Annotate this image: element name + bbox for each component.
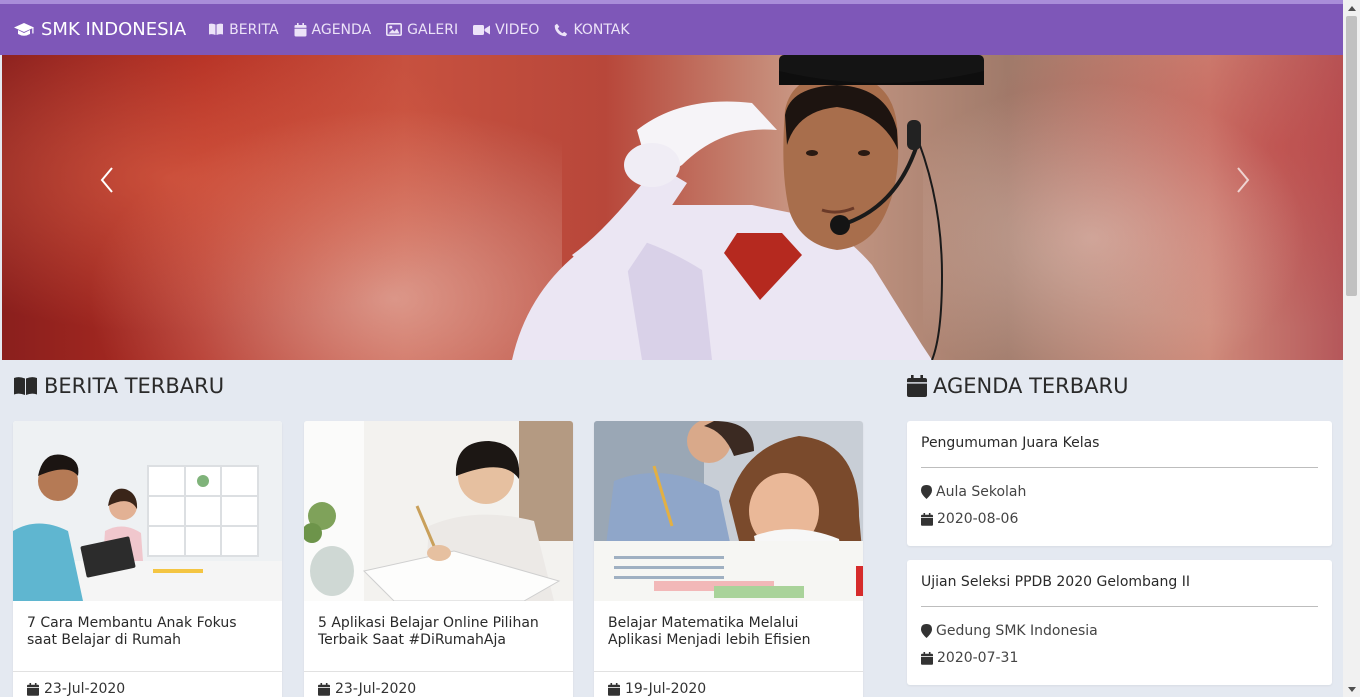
agenda-date-text: 2020-07-31 xyxy=(937,650,1019,666)
agenda-item-title[interactable]: Ujian Seleksi PPDB 2020 Gelombang II xyxy=(921,574,1318,606)
phone-icon xyxy=(555,23,568,36)
calendar-icon xyxy=(921,651,933,665)
nav-agenda[interactable]: AGENDA xyxy=(294,21,372,38)
graduation-cap-icon xyxy=(14,22,34,36)
agenda-title-text: AGENDA TERBARU xyxy=(933,374,1129,398)
news-card[interactable]: 5 Aplikasi Belajar Online Pilihan Terbai… xyxy=(304,421,573,697)
hero-photo-saluting-student xyxy=(512,55,984,360)
calendar-icon xyxy=(921,512,933,526)
chevron-right-icon xyxy=(1237,167,1250,193)
hero-carousel xyxy=(2,55,1343,360)
news-image xyxy=(13,421,282,601)
agenda-location-text: Gedung SMK Indonesia xyxy=(936,623,1098,639)
agenda-date: 2020-07-31 xyxy=(921,650,1318,666)
image-icon xyxy=(386,23,403,36)
agenda-date: 2020-08-06 xyxy=(921,511,1318,527)
book-open-icon xyxy=(14,377,37,395)
agenda-divider xyxy=(921,606,1318,607)
nav-kontak[interactable]: KONTAK xyxy=(554,21,630,38)
news-card[interactable]: 7 Cara Membantu Anak Fokus saat Belajar … xyxy=(13,421,282,697)
news-image xyxy=(304,421,573,601)
nav-berita-label: BERITA xyxy=(229,21,279,38)
agenda-card[interactable]: Pengumuman Juara Kelas Aula Sekolah 2020… xyxy=(907,421,1332,546)
agenda-location-text: Aula Sekolah xyxy=(936,484,1027,500)
news-card[interactable]: Belajar Matematika Melalui Aplikasi Menj… xyxy=(594,421,863,697)
calendar-icon xyxy=(608,682,620,696)
nav-galeri[interactable]: GALERI xyxy=(386,22,458,38)
agenda-card[interactable]: Ujian Seleksi PPDB 2020 Gelombang II Ged… xyxy=(907,560,1332,685)
news-date: 23-Jul-2020 xyxy=(304,672,573,697)
agenda-item-title[interactable]: Pengumuman Juara Kelas xyxy=(921,435,1318,467)
video-icon xyxy=(473,24,491,35)
calendar-icon xyxy=(318,682,330,696)
agenda-location: Aula Sekolah xyxy=(921,484,1318,500)
arrow-down-icon xyxy=(1347,686,1356,692)
news-date: 19-Jul-2020 xyxy=(594,672,863,697)
hero-background-left xyxy=(2,55,562,360)
nav-galeri-label: GALERI xyxy=(407,21,459,38)
news-title[interactable]: 5 Aplikasi Belajar Online Pilihan Terbai… xyxy=(304,601,573,671)
calendar-icon xyxy=(27,682,39,696)
arrow-up-icon xyxy=(1347,5,1356,11)
map-marker-icon xyxy=(921,624,932,638)
news-title[interactable]: 7 Cara Membantu Anak Fokus saat Belajar … xyxy=(13,601,282,671)
brand-link[interactable]: SMK INDONESIA xyxy=(13,19,186,40)
berita-section-title: BERITA TERBARU xyxy=(13,374,224,398)
nav-video-label: VIDEO xyxy=(495,21,540,38)
news-date: 23-Jul-2020 xyxy=(13,672,282,697)
news-date-text: 19-Jul-2020 xyxy=(625,681,707,697)
agenda-location: Gedung SMK Indonesia xyxy=(921,623,1318,639)
news-photo-math-study xyxy=(594,421,863,601)
calendar-icon xyxy=(907,375,927,397)
nav-kontak-label: KONTAK xyxy=(573,21,630,38)
news-date-text: 23-Jul-2020 xyxy=(335,681,417,697)
nav-agenda-label: AGENDA xyxy=(311,21,372,38)
nav-berita[interactable]: BERITA xyxy=(208,21,279,38)
news-photo-kids-tablet xyxy=(13,421,282,601)
news-date-text: 23-Jul-2020 xyxy=(44,681,126,697)
nav-video[interactable]: VIDEO xyxy=(473,22,539,38)
navbar: SMK INDONESIA BERITA AGENDA GALERI VIDEO xyxy=(0,4,1343,55)
book-icon xyxy=(209,23,224,35)
brand-name: SMK INDONESIA xyxy=(41,19,187,40)
carousel-prev-button[interactable] xyxy=(92,165,122,195)
page-scrollbar[interactable] xyxy=(1343,0,1360,697)
map-marker-icon xyxy=(921,485,932,499)
scroll-up-button[interactable] xyxy=(1343,0,1360,16)
carousel-next-button[interactable] xyxy=(1228,165,1258,195)
news-title[interactable]: Belajar Matematika Melalui Aplikasi Menj… xyxy=(594,601,863,671)
agenda-section-title: AGENDA TERBARU xyxy=(907,374,1129,398)
scroll-thumb[interactable] xyxy=(1346,16,1357,296)
scroll-down-button[interactable] xyxy=(1343,681,1360,697)
chevron-left-icon xyxy=(100,167,113,193)
agenda-date-text: 2020-08-06 xyxy=(937,511,1019,527)
calendar-icon xyxy=(294,22,307,36)
berita-title-text: BERITA TERBARU xyxy=(44,374,225,398)
agenda-divider xyxy=(921,467,1318,468)
news-image xyxy=(594,421,863,601)
news-photo-boy-writing xyxy=(304,421,573,601)
